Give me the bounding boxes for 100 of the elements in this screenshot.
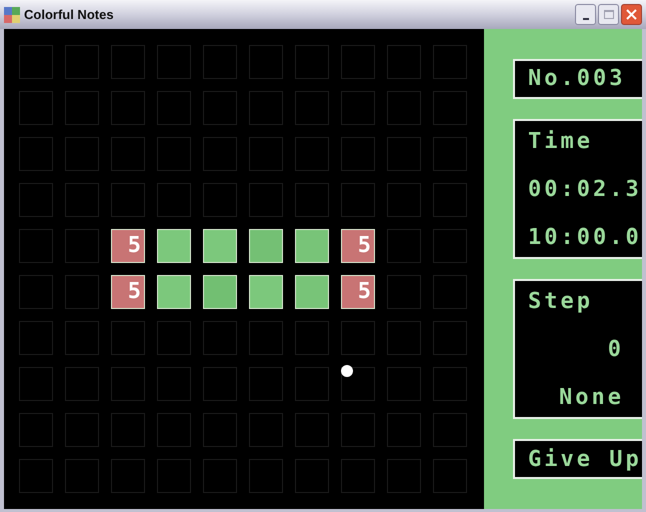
empty-cell[interactable] (65, 45, 99, 79)
give-up-button[interactable]: Give Up (513, 439, 642, 479)
empty-cell[interactable] (203, 459, 237, 493)
empty-cell[interactable] (387, 229, 421, 263)
empty-cell[interactable] (111, 45, 145, 79)
empty-cell[interactable] (19, 137, 53, 171)
empty-cell[interactable] (111, 91, 145, 125)
empty-cell[interactable] (19, 183, 53, 217)
empty-cell[interactable] (65, 321, 99, 355)
note-tile[interactable]: 5 (111, 275, 145, 309)
empty-cell[interactable] (203, 45, 237, 79)
empty-cell[interactable] (295, 137, 329, 171)
empty-cell[interactable] (249, 321, 283, 355)
empty-cell[interactable] (203, 91, 237, 125)
empty-cell[interactable] (341, 45, 375, 79)
empty-cell[interactable] (65, 367, 99, 401)
empty-cell[interactable] (19, 275, 53, 309)
note-tile[interactable]: 5 (341, 275, 375, 309)
note-tile[interactable] (249, 229, 283, 263)
empty-cell[interactable] (433, 45, 467, 79)
empty-cell[interactable] (157, 413, 191, 447)
empty-cell[interactable] (19, 321, 53, 355)
empty-cell[interactable] (203, 367, 237, 401)
empty-cell[interactable] (433, 91, 467, 125)
empty-cell[interactable] (295, 45, 329, 79)
empty-cell[interactable] (203, 137, 237, 171)
empty-cell[interactable] (249, 183, 283, 217)
empty-cell[interactable] (387, 91, 421, 125)
note-tile[interactable]: 5 (341, 229, 375, 263)
empty-cell[interactable] (295, 183, 329, 217)
empty-cell[interactable] (433, 459, 467, 493)
empty-cell[interactable] (111, 183, 145, 217)
empty-cell[interactable] (341, 183, 375, 217)
note-tile[interactable] (157, 275, 191, 309)
empty-cell[interactable] (203, 183, 237, 217)
empty-cell[interactable] (157, 45, 191, 79)
note-tile[interactable] (249, 275, 283, 309)
empty-cell[interactable] (65, 137, 99, 171)
empty-cell[interactable] (387, 275, 421, 309)
empty-cell[interactable] (157, 183, 191, 217)
empty-cell[interactable] (295, 367, 329, 401)
note-tile[interactable] (203, 229, 237, 263)
empty-cell[interactable] (157, 459, 191, 493)
empty-cell[interactable] (433, 183, 467, 217)
empty-cell[interactable] (387, 45, 421, 79)
empty-cell[interactable] (341, 413, 375, 447)
empty-cell[interactable] (19, 459, 53, 493)
empty-cell[interactable] (65, 413, 99, 447)
empty-cell[interactable] (295, 321, 329, 355)
empty-cell[interactable] (295, 413, 329, 447)
empty-cell[interactable] (249, 459, 283, 493)
empty-cell[interactable] (19, 91, 53, 125)
empty-cell[interactable] (387, 413, 421, 447)
empty-cell[interactable] (19, 45, 53, 79)
empty-cell[interactable] (295, 459, 329, 493)
empty-cell[interactable] (341, 321, 375, 355)
empty-cell[interactable] (341, 459, 375, 493)
empty-cell[interactable] (249, 413, 283, 447)
empty-cell[interactable] (157, 321, 191, 355)
empty-cell[interactable] (341, 91, 375, 125)
empty-cell[interactable] (111, 459, 145, 493)
empty-cell[interactable] (111, 367, 145, 401)
empty-cell[interactable] (387, 137, 421, 171)
minimize-button[interactable] (575, 4, 596, 25)
empty-cell[interactable] (433, 275, 467, 309)
empty-cell[interactable] (203, 413, 237, 447)
empty-cell[interactable] (65, 459, 99, 493)
empty-cell[interactable] (111, 413, 145, 447)
empty-cell[interactable] (203, 321, 237, 355)
empty-cell[interactable] (65, 275, 99, 309)
empty-cell[interactable] (157, 367, 191, 401)
empty-cell[interactable] (19, 229, 53, 263)
empty-cell[interactable] (111, 137, 145, 171)
empty-cell[interactable] (249, 367, 283, 401)
note-tile[interactable] (157, 229, 191, 263)
empty-cell[interactable] (65, 183, 99, 217)
note-tile[interactable] (203, 275, 237, 309)
empty-cell[interactable] (387, 321, 421, 355)
empty-cell[interactable] (433, 367, 467, 401)
empty-cell[interactable] (19, 413, 53, 447)
note-tile[interactable]: 5 (111, 229, 145, 263)
empty-cell[interactable] (157, 137, 191, 171)
empty-cell[interactable] (433, 413, 467, 447)
note-tile[interactable] (295, 229, 329, 263)
empty-cell[interactable] (249, 137, 283, 171)
empty-cell[interactable] (65, 229, 99, 263)
empty-cell[interactable] (433, 229, 467, 263)
empty-cell[interactable] (387, 183, 421, 217)
empty-cell[interactable] (249, 91, 283, 125)
empty-cell[interactable] (341, 137, 375, 171)
empty-cell[interactable] (19, 367, 53, 401)
empty-cell[interactable] (387, 367, 421, 401)
empty-cell[interactable] (249, 45, 283, 79)
empty-cell[interactable] (433, 137, 467, 171)
empty-cell[interactable] (295, 91, 329, 125)
empty-cell[interactable] (433, 321, 467, 355)
empty-cell[interactable] (111, 321, 145, 355)
empty-cell[interactable] (157, 91, 191, 125)
close-button[interactable] (621, 4, 642, 25)
note-tile[interactable] (295, 275, 329, 309)
